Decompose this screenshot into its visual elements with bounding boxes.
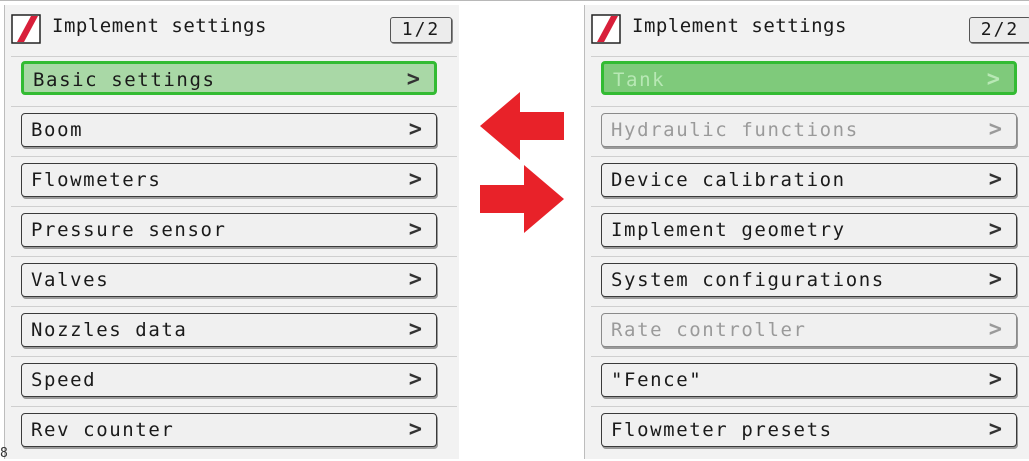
divider [11, 356, 457, 357]
divider [591, 56, 1029, 57]
menu-item-label: Tank [613, 69, 666, 91]
chevron-right-icon: > [988, 417, 1002, 442]
divider [11, 206, 457, 207]
divider [11, 56, 457, 57]
menu-item-label: Flowmeter presets [611, 419, 833, 441]
chevron-right-icon: > [408, 167, 422, 192]
menu-item-tank[interactable]: Tank > [601, 61, 1017, 95]
arrow-left-icon [480, 92, 564, 160]
menu-item-label: "Fence" [611, 369, 703, 391]
menu-item-speed[interactable]: Speed > [21, 363, 437, 397]
menu-item-label: Speed [31, 369, 97, 391]
chevron-right-icon: > [986, 67, 1000, 92]
menu-item-implement-geometry[interactable]: Implement geometry > [601, 213, 1017, 247]
chevron-right-icon: > [988, 317, 1002, 342]
menu-item-label: Rev counter [31, 419, 175, 441]
menu-item-hydraulic-functions[interactable]: Hydraulic functions > [601, 113, 1017, 147]
divider [591, 406, 1029, 407]
menu-item-label: Valves [31, 269, 110, 291]
divider [591, 256, 1029, 257]
page-title: Implement settings [52, 15, 267, 37]
chevron-right-icon: > [988, 167, 1002, 192]
menu-item-label: Nozzles data [31, 319, 188, 341]
menu-item-label: System configurations [611, 269, 885, 291]
chevron-right-icon: > [408, 117, 422, 142]
divider [11, 406, 457, 407]
divider [11, 106, 457, 107]
menu-item-label: Device calibration [611, 169, 846, 191]
page-indicator[interactable]: 1/2 [390, 17, 452, 43]
menu-item-basic-settings[interactable]: Basic settings > [21, 61, 437, 95]
menu-item-label: Rate controller [611, 319, 807, 341]
menu-item-pressure-sensor[interactable]: Pressure sensor > [21, 213, 437, 247]
menu-item-label: Boom [31, 119, 84, 141]
menu-item-fence[interactable]: "Fence" > [601, 363, 1017, 397]
chevron-right-icon: > [408, 217, 422, 242]
divider [11, 256, 457, 257]
panel-header: Implement settings 1/2 [5, 5, 459, 49]
chevron-right-icon: > [408, 317, 422, 342]
chevron-right-icon: > [408, 417, 422, 442]
menu-item-nozzles-data[interactable]: Nozzles data > [21, 313, 437, 347]
chevron-right-icon: > [408, 267, 422, 292]
divider [591, 206, 1029, 207]
divider [591, 306, 1029, 307]
chevron-right-icon: > [408, 367, 422, 392]
menu-item-label: Basic settings [33, 69, 216, 91]
chevron-right-icon: > [406, 67, 420, 92]
menu-item-boom[interactable]: Boom > [21, 113, 437, 147]
menu-item-flowmeter-presets[interactable]: Flowmeter presets > [601, 413, 1017, 447]
chevron-right-icon: > [988, 367, 1002, 392]
arrow-right-icon [480, 165, 564, 233]
page-indicator[interactable]: 2/2 [969, 17, 1029, 43]
settings-panel-page-2: Implement settings 2/2 Tank > Hydraulic … [584, 5, 1029, 459]
divider [11, 306, 457, 307]
menu-item-label: Flowmeters [31, 169, 162, 191]
chevron-right-icon: > [988, 267, 1002, 292]
menu-item-rev-counter[interactable]: Rev counter > [21, 413, 437, 447]
divider [591, 356, 1029, 357]
menu-item-system-configurations[interactable]: System configurations > [601, 263, 1017, 297]
implement-logo-icon [11, 14, 41, 44]
divider [11, 156, 457, 157]
menu-item-device-calibration[interactable]: Device calibration > [601, 163, 1017, 197]
chevron-right-icon: > [988, 117, 1002, 142]
menu-item-rate-controller[interactable]: Rate controller > [601, 313, 1017, 347]
page-title: Implement settings [632, 15, 847, 37]
chevron-right-icon: > [988, 217, 1002, 242]
menu-item-label: Pressure sensor [31, 219, 227, 241]
divider [591, 106, 1029, 107]
top-divider [0, 0, 1029, 1]
divider [591, 156, 1029, 157]
panel-header: Implement settings 2/2 [585, 5, 1029, 49]
menu-item-label: Hydraulic functions [611, 119, 859, 141]
implement-logo-icon [591, 14, 621, 44]
menu-item-label: Implement geometry [611, 219, 846, 241]
menu-item-flowmeters[interactable]: Flowmeters > [21, 163, 437, 197]
menu-item-valves[interactable]: Valves > [21, 263, 437, 297]
settings-panel-page-1: Implement settings 1/2 Basic settings > … [4, 5, 459, 459]
